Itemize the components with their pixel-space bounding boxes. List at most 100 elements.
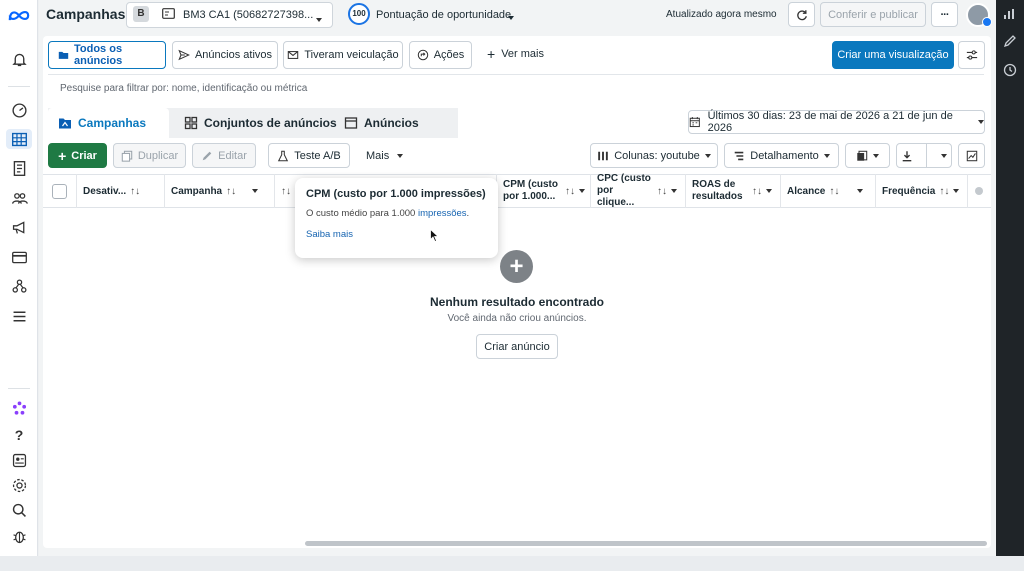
rail-divider [8,388,30,389]
rail-divider [8,86,30,87]
column-header-frequency[interactable]: Frequência ↑↓ [876,174,968,208]
column-header-label: Campanha [171,185,223,197]
download-icon [902,150,912,161]
duplicate-button[interactable]: Duplicar [113,143,186,168]
ad-account-icon [162,8,175,19]
history-clock-icon[interactable] [1003,63,1017,77]
sort-icon[interactable]: ↑↓ [565,186,575,197]
campaign-megaphone-icon[interactable] [9,217,29,237]
opportunity-score-label[interactable]: Pontuação de oportunidade [376,9,511,21]
sliders-icon [966,50,977,60]
add-column-icon[interactable] [975,187,983,195]
sort-icon[interactable]: ↑↓ [226,186,236,197]
columns-dropdown[interactable]: Colunas: youtube [590,143,718,168]
filter-had-delivery[interactable]: Tiveram veiculação [283,41,403,69]
horizontal-scrollbar[interactable] [305,541,987,546]
column-header-toggle[interactable]: Desativ... ↑↓ [77,174,165,208]
account-overview-icon[interactable] [9,450,29,470]
impressions-link[interactable]: impressões [418,208,467,219]
more-options-button[interactable]: ··· [931,2,958,27]
campaigns-folder-icon [59,118,71,129]
edit-label: Editar [218,149,247,162]
column-header-label: ROAS de resultados [692,179,743,202]
learn-more-link[interactable]: Saiba mais [306,229,487,240]
pages-icon[interactable] [9,158,29,178]
ad-window-icon [344,117,358,129]
filter-actions-label: Ações [433,49,465,61]
chevron-down-icon[interactable] [508,11,514,23]
review-and-publish-button[interactable]: Conferir e publicar [820,2,926,27]
chevron-down-icon[interactable] [857,189,864,193]
send-icon [178,49,190,61]
create-ad-button[interactable]: Criar anúncio [476,334,558,359]
sort-icon[interactable]: ↑↓ [752,186,762,197]
see-more-label: Ver mais [501,48,544,60]
sort-icon[interactable]: ↑↓ [657,186,667,197]
chevron-down-icon[interactable] [252,189,259,193]
filter-active-ads[interactable]: Anúncios ativos [172,41,278,69]
column-header-cpc[interactable]: CPC (custo por clique... ↑↓ [591,173,686,208]
reports-dropdown[interactable] [845,143,890,168]
all-tools-menu-icon[interactable] [9,306,29,326]
filter-active-ads-label: Anúncios ativos [194,49,273,61]
flask-icon [278,150,289,161]
chevron-down-icon[interactable] [766,189,772,193]
meta-logo-icon[interactable] [7,5,31,25]
envelope-icon [288,51,299,59]
tab-ads[interactable]: Anúncios [344,108,419,138]
divider [48,74,984,75]
filter-actions[interactable]: Ações [409,41,472,69]
opportunity-score-ring[interactable]: 100 [348,3,370,25]
date-range-picker[interactable]: Últimos 30 dias: 23 de mai de 2026 a 21 … [688,110,985,134]
search-input[interactable]: Pesquise para filtrar por: nome, identif… [60,83,307,94]
column-header-reach[interactable]: Alcance ↑↓ [781,174,876,208]
ab-test-button[interactable]: Teste A/B [268,143,350,168]
column-header-campaign[interactable]: Campanha ↑↓ [165,174,275,208]
chevron-down-icon [704,153,711,158]
chevron-down-icon [823,153,830,158]
refresh-button[interactable] [788,2,815,27]
tab-ad-sets[interactable]: Conjuntos de anúncios [184,108,337,138]
breakdown-dropdown[interactable]: Detalhamento [724,143,839,168]
sort-icon[interactable]: ↑↓ [829,186,839,197]
export-dropdown[interactable] [896,143,952,168]
chevron-down-icon [873,153,879,158]
billing-card-icon[interactable] [9,247,29,267]
sort-icon[interactable]: ↑↓ [939,186,949,197]
create-view-button[interactable]: Criar uma visualização [832,41,954,69]
sort-icon[interactable]: ↑↓ [130,186,140,197]
edit-pencil-icon[interactable] [1003,34,1017,48]
chart-bars-icon[interactable] [1003,7,1017,21]
help-question-icon[interactable]: ? [9,425,29,445]
more-actions-dropdown[interactable]: Mais [366,150,404,162]
filter-all-ads[interactable]: Todos os anúncios [48,41,166,69]
tab-campaigns[interactable]: Campanhas [48,108,169,138]
create-button[interactable]: + Criar [48,143,107,168]
column-header-roas[interactable]: ROAS de resultados ↑↓ [686,174,781,208]
left-navigation-rail: ? [0,0,38,556]
page-title: Campanhas [46,6,126,22]
sort-icon[interactable]: ↑↓ [281,186,291,197]
report-bug-icon[interactable] [9,526,29,546]
business-network-icon[interactable] [9,276,29,296]
see-more-filters[interactable]: + Ver mais [487,47,544,61]
customize-sliders-button[interactable] [958,41,985,69]
plus-icon: + [58,147,67,164]
filter-all-ads-label: Todos os anúncios [73,43,123,67]
edit-button[interactable]: Editar [192,143,256,168]
chevron-down-icon[interactable] [579,189,585,193]
meta-ai-flower-icon[interactable] [9,398,29,418]
charts-button[interactable] [958,143,985,168]
facebook-badge-icon [982,17,992,27]
dashboard-gauge-icon[interactable] [9,100,29,120]
divider [926,143,928,168]
audiences-people-icon[interactable] [9,188,29,208]
ads-manager-table-icon[interactable] [6,129,32,149]
column-header-cpm[interactable]: CPM (custo por 1.000... ↑↓ [497,174,591,208]
notifications-bell-icon[interactable] [9,49,29,69]
search-icon[interactable] [9,500,29,520]
settings-gear-icon[interactable] [9,475,29,495]
chevron-down-icon[interactable] [671,189,677,193]
select-all-checkbox[interactable] [52,183,67,199]
chevron-down-icon[interactable] [953,189,960,193]
